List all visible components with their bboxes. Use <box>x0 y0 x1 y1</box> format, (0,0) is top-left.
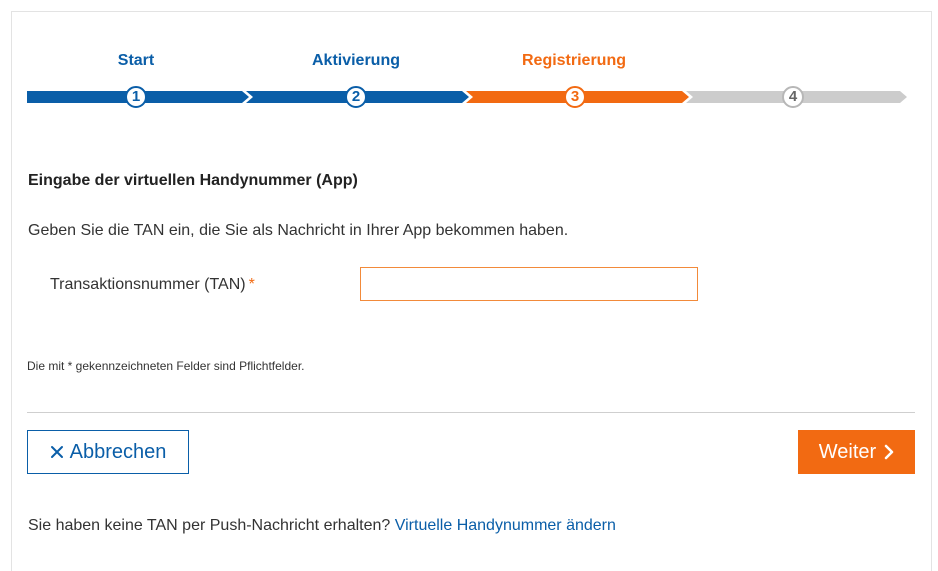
form-instruction: Geben Sie die TAN ein, die Sie als Nachr… <box>28 222 569 239</box>
tan-field-label: Transaktionsnummer (TAN) * <box>50 276 255 294</box>
next-button[interactable]: Weiter <box>798 430 915 474</box>
step-number-1: 1 <box>125 86 147 108</box>
divider <box>27 412 915 413</box>
progress-stepper <box>27 87 907 107</box>
required-marker: * <box>248 276 255 293</box>
cancel-button-label: Abbrechen <box>69 440 167 463</box>
step-number-2: 2 <box>345 86 367 108</box>
step-number-4: 4 <box>782 86 804 108</box>
footer-help: Sie haben keine TAN per Push-Nachricht e… <box>28 517 616 535</box>
close-icon <box>50 446 63 458</box>
step-label-start: Start <box>117 52 155 69</box>
cancel-button[interactable]: Abbrechen <box>27 430 189 474</box>
step-label-aktivierung: Aktivierung <box>311 52 400 69</box>
next-button-label: Weiter <box>818 440 877 463</box>
step-number-3: 3 <box>564 86 586 108</box>
stepper-track <box>27 91 907 103</box>
required-fields-note: Die mit * gekennzeichneten Felder sind P… <box>27 359 305 373</box>
tan-label-text: Transaktionsnummer (TAN) <box>50 276 246 293</box>
change-virtual-number-link[interactable]: Virtuelle Handynummer ändern <box>395 517 616 534</box>
tan-input[interactable] <box>360 267 698 301</box>
step-label-registrierung: Registrierung <box>521 52 626 69</box>
footer-text: Sie haben keine TAN per Push-Nachricht e… <box>28 517 391 534</box>
form-heading: Eingabe der virtuellen Handynummer (App) <box>28 172 358 189</box>
chevron-right-icon <box>884 444 894 460</box>
